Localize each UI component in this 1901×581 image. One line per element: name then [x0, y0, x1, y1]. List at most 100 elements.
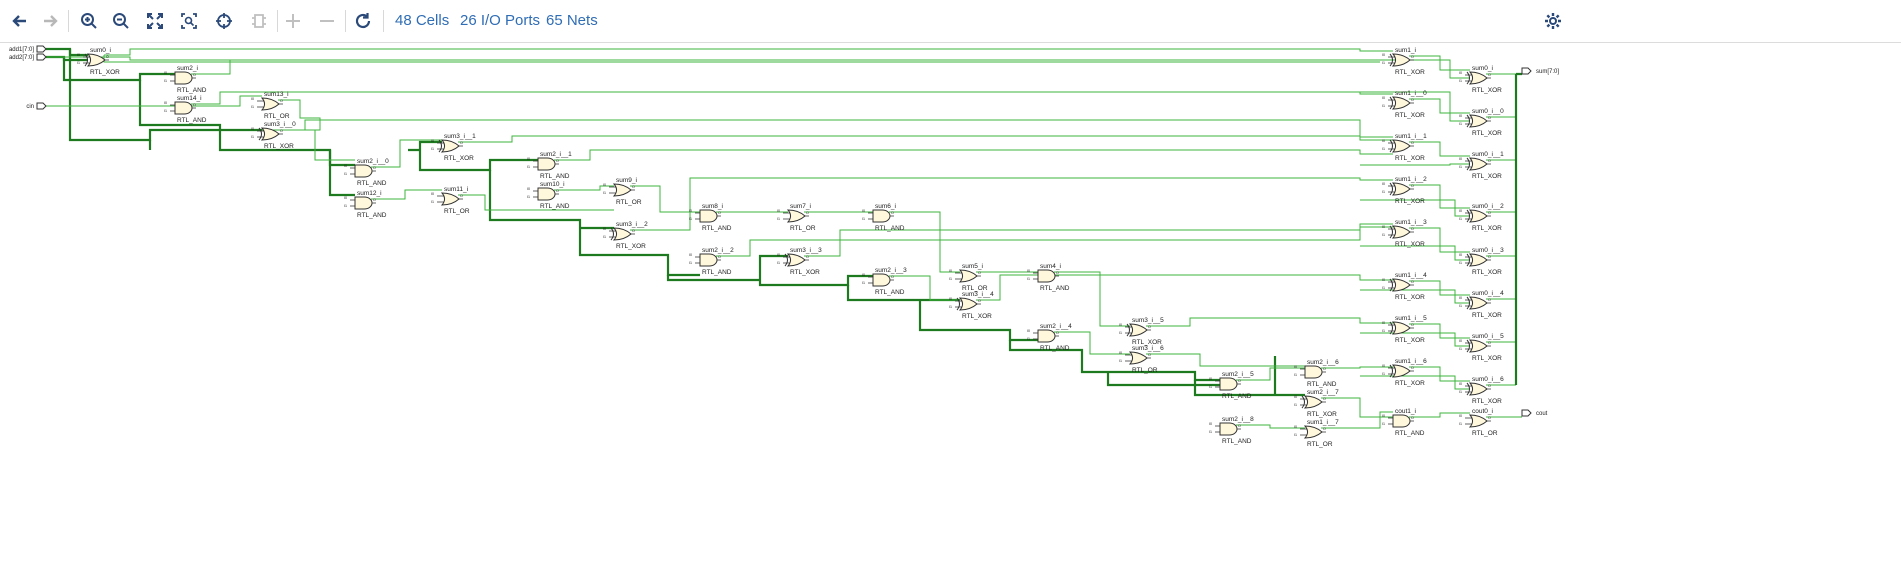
- input-port-cin[interactable]: [36, 102, 47, 110]
- net-wire[interactable]: [1146, 353, 1305, 367]
- pin-label-o: O: [106, 55, 109, 59]
- collapse-button[interactable]: [314, 8, 340, 34]
- zoom-fit-button[interactable]: [142, 8, 168, 34]
- cell-sum3-i-3-gate[interactable]: [786, 253, 806, 267]
- forward-button[interactable]: [37, 8, 63, 34]
- cell-sum0-i-gate[interactable]: [86, 53, 106, 67]
- cell-sum14-i-gate[interactable]: [174, 101, 193, 115]
- cell-sum2-i-gate[interactable]: [174, 71, 193, 85]
- cell-sum3-i-2-type: RTL_XOR: [616, 243, 646, 250]
- cell-sum1-i-3-gate[interactable]: [1391, 225, 1411, 239]
- cell-cout1-i-gate[interactable]: [1392, 414, 1411, 428]
- cell-sum1-i-7-gate[interactable]: [1303, 425, 1323, 439]
- cell-sum1-i-1-gate[interactable]: [1391, 139, 1411, 153]
- cell-sum2-i-2-gate[interactable]: [699, 253, 718, 267]
- net-wire[interactable]: [1360, 163, 1470, 166]
- net-wire[interactable]: [1409, 55, 1470, 71]
- pin-label-i0: I0: [1459, 157, 1462, 161]
- cell-sum2-i-4-gate[interactable]: [1037, 329, 1056, 343]
- cell-sum0-i-6-gate[interactable]: [1468, 382, 1488, 396]
- cell-sum2-i-0-gate[interactable]: [354, 164, 373, 178]
- net-wire[interactable]: [104, 48, 1393, 56]
- cell-sum1-i-0-gate[interactable]: [1391, 96, 1411, 110]
- cell-sum1-i-4-gate[interactable]: [1391, 278, 1411, 292]
- settings-button[interactable]: [1540, 8, 1566, 34]
- cell-sum1-i-2-gate[interactable]: [1391, 182, 1411, 196]
- bus-net[interactable]: [488, 170, 700, 277]
- schematic-canvas[interactable]: add1[7:0] add2[7:0] cin sum[7:0] cout I0 I1 Osu…: [0, 43, 1901, 581]
- bus-net[interactable]: [138, 80, 355, 167]
- net-wire[interactable]: [458, 135, 1393, 143]
- input-port-add170[interactable]: [36, 45, 47, 53]
- cell-sum2-i-1-gate[interactable]: [537, 157, 556, 171]
- cell-sum12-i-gate[interactable]: [354, 196, 373, 210]
- cell-sum6-i-gate[interactable]: [872, 209, 891, 223]
- cell-sum3-i-5-gate[interactable]: [1128, 323, 1148, 337]
- select-area-button[interactable]: [211, 8, 237, 34]
- net-wire[interactable]: [889, 211, 960, 273]
- cell-cout0-i-gate[interactable]: [1468, 414, 1488, 428]
- cell-sum0-i-0-gate[interactable]: [1468, 114, 1488, 128]
- cell-sum2-i-5-gate[interactable]: [1219, 377, 1238, 391]
- cell-sum0-i-1-gate[interactable]: [1468, 157, 1488, 171]
- cell-sum0-i-4-gate[interactable]: [1468, 296, 1488, 310]
- pin-label-o: O: [1488, 298, 1491, 302]
- cell-sum3-i-4-gate[interactable]: [958, 297, 978, 311]
- cell-sum3-i-2-gate[interactable]: [612, 227, 632, 241]
- cell-sum13-i-gate[interactable]: [260, 97, 280, 111]
- net-wire[interactable]: [191, 91, 1393, 105]
- cell-sum0-i-3-gate[interactable]: [1468, 253, 1488, 267]
- zoom-in-button[interactable]: [76, 8, 102, 34]
- pin-label-o: O: [1411, 280, 1414, 284]
- cell-sum2-i-3-gate[interactable]: [872, 273, 891, 287]
- net-wire[interactable]: [1146, 317, 1393, 327]
- nets-count-link[interactable]: 65 Nets: [546, 12, 598, 29]
- refresh-button[interactable]: [350, 8, 376, 34]
- cell-sum11-i-gate[interactable]: [440, 192, 460, 206]
- cell-sum0-i-2-gate[interactable]: [1468, 209, 1488, 223]
- net-wire[interactable]: [46, 95, 262, 107]
- output-port-sum70[interactable]: [1521, 67, 1532, 75]
- bus-net[interactable]: [46, 47, 88, 62]
- net-wire[interactable]: [1409, 366, 1470, 382]
- schematic-diagram[interactable]: add1[7:0] add2[7:0] cin sum[7:0] cout I0 I1 Osu…: [0, 43, 1901, 581]
- cell-sum1-i-gate[interactable]: [1391, 53, 1411, 67]
- back-button[interactable]: [7, 8, 33, 34]
- net-wire[interactable]: [1054, 271, 1130, 327]
- net-wire[interactable]: [554, 149, 1393, 161]
- cell-sum9-i-gate[interactable]: [612, 183, 632, 197]
- cell-sum8-i-gate[interactable]: [699, 209, 718, 223]
- cell-sum2-i-6-gate[interactable]: [1304, 365, 1323, 379]
- net-wire[interactable]: [1409, 98, 1470, 114]
- cell-sum3-i-1-gate[interactable]: [440, 139, 460, 153]
- bus-net[interactable]: [1514, 72, 1522, 385]
- cell-sum1-i-5-gate[interactable]: [1391, 321, 1411, 335]
- net-wire[interactable]: [103, 55, 1380, 75]
- cell-sum2-i-7-gate[interactable]: [1303, 395, 1323, 409]
- regenerate-button[interactable]: [246, 8, 272, 34]
- net-wire[interactable]: [1360, 245, 1470, 261]
- net-wire[interactable]: [1409, 227, 1470, 253]
- cell-sum7-i-gate[interactable]: [786, 209, 806, 223]
- cells-count-link[interactable]: 48 Cells: [395, 12, 449, 29]
- io-ports-count-link[interactable]: 26 I/O Ports: [460, 12, 540, 29]
- output-port-cout[interactable]: [1521, 409, 1532, 417]
- bus-net[interactable]: [666, 254, 873, 287]
- cell-sum1-i-6-gate[interactable]: [1391, 364, 1411, 378]
- cell-sum10-i-gate[interactable]: [537, 187, 556, 201]
- zoom-area-button[interactable]: [176, 8, 202, 34]
- net-wire[interactable]: [1409, 323, 1470, 339]
- cell-sum0-i-gate[interactable]: [1468, 71, 1488, 85]
- cell-sum3-i-6-gate[interactable]: [1128, 351, 1148, 365]
- cell-sum2-i-8-gate[interactable]: [1219, 422, 1238, 436]
- net-wire[interactable]: [630, 177, 1393, 231]
- expand-button[interactable]: [280, 8, 306, 34]
- cell-sum0-i-5-gate[interactable]: [1468, 339, 1488, 353]
- cell-sum4-i-gate[interactable]: [1037, 269, 1056, 283]
- net-wire[interactable]: [1409, 280, 1470, 296]
- cell-sum5-i-gate[interactable]: [958, 269, 978, 283]
- cell-sum9-i-name: sum9_i: [616, 177, 637, 184]
- zoom-out-button[interactable]: [108, 8, 134, 34]
- input-port-add270[interactable]: [36, 53, 47, 61]
- net-wire[interactable]: [1409, 141, 1470, 157]
